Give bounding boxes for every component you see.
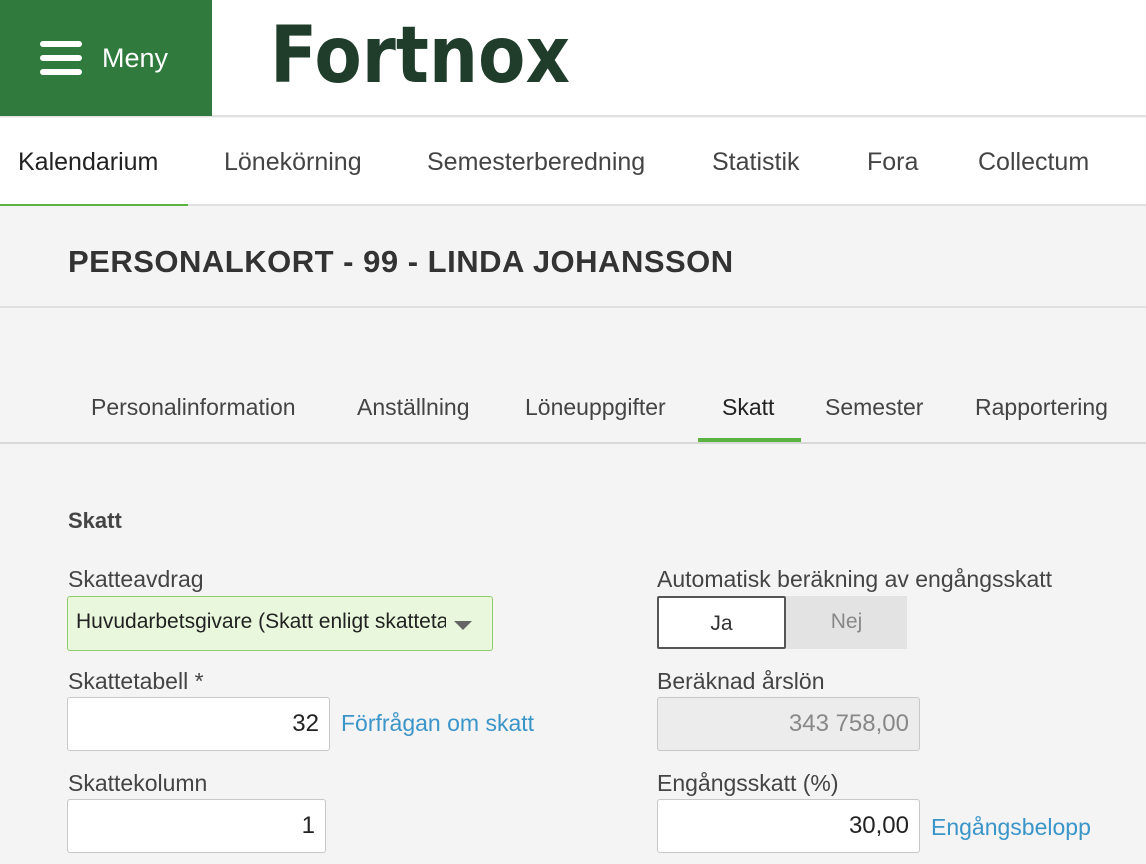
toggle-nej-button[interactable]: Nej xyxy=(786,596,907,649)
main-tab-lonekorning[interactable]: Lönekörning xyxy=(224,118,362,206)
skattekolumn-input[interactable]: 1 xyxy=(67,799,326,853)
skatteavdrag-select[interactable]: Huvudarbetsgivare (Skatt enligt skatteta… xyxy=(67,596,493,651)
main-tab-fora[interactable]: Fora xyxy=(867,118,918,206)
main-tab-kalendarium[interactable]: Kalendarium xyxy=(0,118,189,208)
skattetabell-label: Skattetabell * xyxy=(68,668,204,694)
menu-button[interactable]: Meny xyxy=(0,0,212,116)
main-tab-semesterberedning[interactable]: Semesterberedning xyxy=(427,118,645,206)
tab-loneuppgifter[interactable]: Löneuppgifter xyxy=(525,394,666,421)
page-title: PERSONALKORT - 99 - LINDA JOHANSSON xyxy=(68,244,734,279)
top-header: Meny Fortnox xyxy=(0,0,1146,117)
fortnox-logo[interactable]: Fortnox xyxy=(270,14,575,94)
engangsskatt-input[interactable]: 30,00 xyxy=(657,799,920,853)
section-title: Skatt xyxy=(68,508,122,533)
tab-rapportering[interactable]: Rapportering xyxy=(975,394,1108,421)
beraknad-arslon-input: 343 758,00 xyxy=(657,697,920,751)
main-nav: Kalendarium Lönekörning Semesterberednin… xyxy=(0,118,1146,208)
tab-anstallning[interactable]: Anställning xyxy=(357,394,470,421)
toggle-ja-button[interactable]: Ja xyxy=(657,596,786,649)
skatteavdrag-value: Huvudarbetsgivare (Skatt enligt skatteta… xyxy=(76,610,446,633)
hamburger-icon xyxy=(40,41,82,75)
engangsskatt-label: Engångsskatt (%) xyxy=(657,770,839,796)
sub-nav: Personalinformation Anställning Löneuppg… xyxy=(0,308,1146,444)
active-tab-indicator xyxy=(698,438,801,442)
auto-engangsskatt-label: Automatisk beräkning av engångsskatt xyxy=(657,566,1053,592)
skattetabell-input[interactable]: 32 xyxy=(67,697,330,751)
tab-semester[interactable]: Semester xyxy=(825,394,923,421)
forfragan-om-skatt-link[interactable]: Förfrågan om skatt xyxy=(341,710,534,737)
auto-engangsskatt-toggle: Ja Nej xyxy=(657,596,907,649)
tab-skatt[interactable]: Skatt xyxy=(722,394,774,421)
beraknad-arslon-label: Beräknad årslön xyxy=(657,668,825,694)
logo-text: Fortnox xyxy=(270,14,570,94)
dropdown-caret-icon xyxy=(454,621,472,630)
main-tab-collectum[interactable]: Collectum xyxy=(978,118,1089,206)
main-tab-statistik[interactable]: Statistik xyxy=(712,118,800,206)
menu-label: Meny xyxy=(102,42,169,73)
tab-personalinformation[interactable]: Personalinformation xyxy=(91,394,296,421)
title-bar: PERSONALKORT - 99 - LINDA JOHANSSON xyxy=(0,206,1146,308)
skattekolumn-label: Skattekolumn xyxy=(68,770,208,796)
engangsbelopp-link[interactable]: Engångsbelopp xyxy=(931,814,1091,841)
skatteavdrag-label: Skatteavdrag xyxy=(68,566,204,592)
